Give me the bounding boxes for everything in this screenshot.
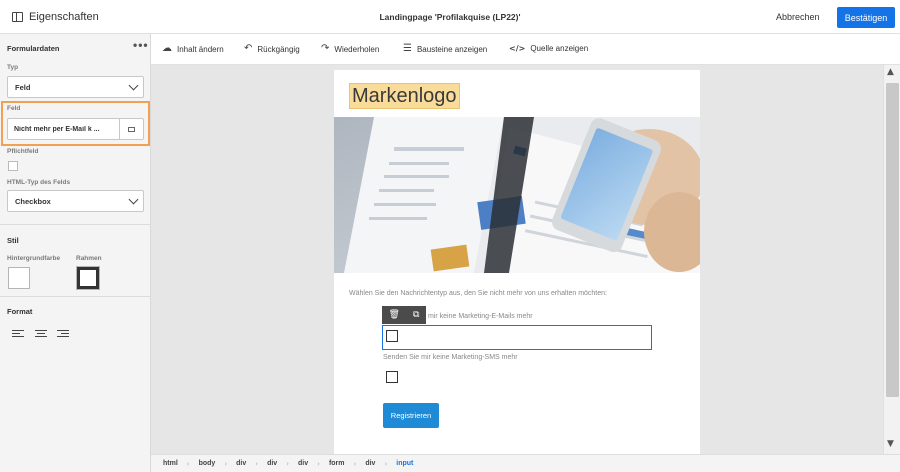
edit-content-label: Inhalt ändern (177, 44, 224, 54)
align-center-icon[interactable] (35, 330, 47, 340)
option-email-label: mir keine Marketing-E-Mails mehr (428, 313, 533, 320)
bg-color-label: Hintergrundfarbe (7, 255, 61, 262)
undo-icon: ↶ (244, 43, 253, 54)
breadcrumb-item[interactable]: html (163, 460, 178, 467)
breadcrumb-item[interactable]: body (199, 460, 216, 467)
field-picker-button[interactable] (119, 119, 143, 139)
breadcrumb: html › body › div › div › div › form › d… (151, 454, 900, 472)
type-label: Typ (7, 64, 19, 71)
section-format: Format (7, 307, 33, 316)
html-type-label: HTML-Typ des Felds (7, 179, 71, 186)
brand-logo[interactable]: Markenlogo (349, 83, 460, 109)
panel-toggle-icon (12, 12, 23, 22)
chevron-down-icon (128, 80, 139, 91)
redo-label: Wiederholen (334, 44, 380, 54)
align-right-icon[interactable] (57, 330, 69, 340)
breadcrumb-item[interactable]: form (329, 460, 345, 467)
field-input[interactable]: Nicht mehr per E-Mail k ... (7, 118, 144, 140)
more-icon[interactable]: ••• (133, 38, 149, 52)
properties-panel: Formulardaten ••• Typ Feld Feld Nicht me… (0, 34, 151, 472)
chevron-right-icon: › (186, 459, 190, 468)
divider (0, 224, 151, 225)
required-label: Pflichtfeld (7, 148, 39, 155)
chevron-right-icon: › (317, 459, 320, 468)
divider (0, 296, 151, 297)
type-select[interactable]: Feld (7, 76, 144, 98)
chevron-down-icon (128, 194, 139, 205)
editor-canvas[interactable]: Markenlogo Wählen Sie den Nachrichtentyp… (151, 65, 883, 454)
properties-toggle[interactable]: Eigenschaften (12, 11, 99, 23)
register-button[interactable]: Registrieren (383, 403, 439, 428)
properties-label: Eigenschaften (29, 11, 99, 23)
confirm-button[interactable]: Bestätigen (837, 7, 895, 28)
breadcrumb-item[interactable]: div (267, 460, 277, 467)
required-checkbox[interactable] (8, 161, 18, 171)
editor-toolbar: ☁ Inhalt ändern ↶ Rückgängig ↷ Wiederhol… (151, 34, 900, 65)
cancel-button[interactable]: Abbrechen (776, 12, 820, 22)
show-blocks-button[interactable]: ☰ Bausteine anzeigen (403, 44, 487, 54)
hero-image-graphic (334, 117, 700, 273)
field-input-value: Nicht mehr per E-Mail k ... (14, 125, 100, 133)
cloud-upload-icon: ☁ (162, 43, 172, 54)
selected-field-outline[interactable] (382, 325, 652, 350)
bg-color-swatch[interactable] (8, 267, 30, 289)
breadcrumb-item[interactable]: div (236, 460, 246, 467)
option-sms-checkbox[interactable] (386, 371, 398, 383)
type-select-value: Feld (15, 82, 31, 92)
chevron-right-icon: › (353, 459, 357, 468)
field-action-toolbar[interactable]: 🗑 ⧉ (382, 306, 426, 324)
breadcrumb-item[interactable]: div (298, 460, 308, 467)
align-left-icon[interactable] (12, 330, 24, 340)
duplicate-icon[interactable]: ⧉ (413, 310, 419, 320)
show-blocks-label: Bausteine anzeigen (416, 44, 488, 54)
list-icon: ☰ (403, 43, 412, 54)
breadcrumb-item-current[interactable]: input (396, 460, 413, 467)
undo-button[interactable]: ↶ Rückgängig (244, 44, 300, 54)
field-picker-icon (128, 126, 135, 132)
show-source-label: Quelle anzeigen (530, 44, 589, 53)
breadcrumb-item[interactable]: div (365, 460, 375, 467)
hero-image[interactable] (334, 117, 700, 273)
page-title: Landingpage 'Profilakquise (LP22)' (379, 12, 521, 22)
html-type-select[interactable]: Checkbox (7, 190, 144, 212)
unsubscribe-prompt: Wählen Sie den Nachrichtentyp aus, den S… (349, 290, 607, 297)
show-source-button[interactable]: </> Quelle anzeigen (509, 44, 588, 53)
top-bar: Eigenschaften Landingpage 'Profilakquise… (0, 0, 900, 34)
scroll-down-icon[interactable]: ▼ (887, 439, 894, 449)
code-icon: </> (509, 43, 526, 53)
html-type-select-value: Checkbox (15, 196, 51, 206)
edit-content-button[interactable]: ☁ Inhalt ändern (162, 44, 224, 54)
border-label: Rahmen (76, 255, 102, 262)
redo-button[interactable]: ↷ Wiederholen (321, 44, 379, 54)
option-sms-label: Senden Sie mir keine Marketing-SMS mehr (383, 354, 518, 361)
redo-icon: ↷ (321, 43, 330, 54)
chevron-right-icon: › (224, 459, 228, 468)
trash-icon[interactable]: 🗑 (389, 310, 400, 320)
border-swatch[interactable] (76, 266, 100, 290)
field-label: Feld (7, 105, 21, 112)
section-style: Stil (7, 236, 19, 245)
scroll-up-icon[interactable]: ▲ (887, 67, 894, 77)
option-email-checkbox[interactable] (386, 330, 398, 342)
section-form-data: Formulardaten (7, 44, 60, 53)
landing-page-preview: Markenlogo Wählen Sie den Nachrichtentyp… (334, 70, 700, 454)
chevron-right-icon: › (255, 459, 259, 468)
chevron-right-icon: › (286, 459, 290, 468)
scroll-thumb[interactable] (886, 83, 899, 397)
chevron-right-icon: › (384, 459, 388, 468)
canvas-scrollbar[interactable]: ▲ ▼ (883, 65, 900, 454)
undo-label: Rückgängig (257, 44, 300, 54)
